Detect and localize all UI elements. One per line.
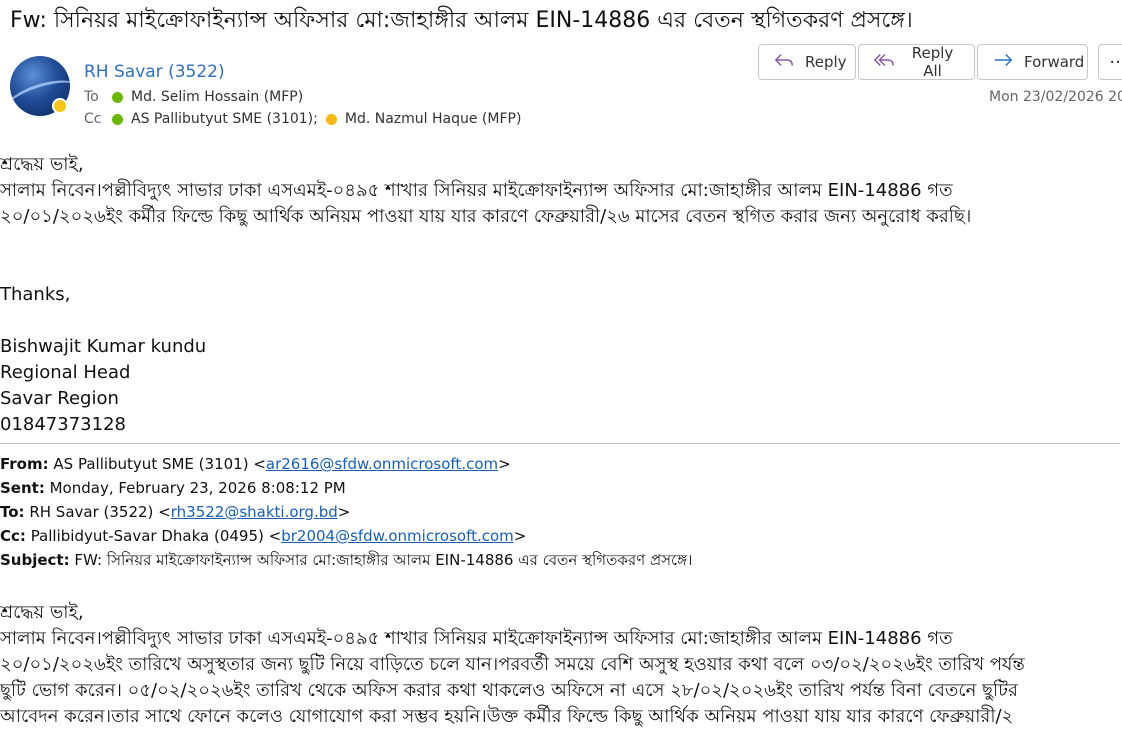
presence-icon xyxy=(112,91,123,103)
reply-all-icon xyxy=(873,49,895,75)
quoted-body: শ্রদ্ধেয় ভাই, সালাম নিবেন।পল্লীবিদ্যুৎ … xyxy=(0,600,1122,730)
signature-title: Regional Head xyxy=(0,362,131,383)
forward-button[interactable]: Forward xyxy=(977,44,1088,80)
sender-name[interactable]: RH Savar (3522) xyxy=(84,62,225,82)
reply-icon xyxy=(773,49,795,75)
forward-separator xyxy=(0,443,1120,444)
signature-name: Bishwajit Kumar kundu xyxy=(0,336,207,357)
cc-email-link[interactable]: br2004@sfdw.onmicrosoft.com xyxy=(281,527,514,545)
to-label: To xyxy=(84,89,99,105)
signature-region: Savar Region xyxy=(0,388,119,409)
greeting: শ্রদ্ধেয় ভাই, xyxy=(0,602,84,623)
body-line: সালাম নিবেন।পল্লীবিদ্যুৎ সাভার ঢাকা এসএম… xyxy=(0,628,953,649)
email-subject: Fw: সিনিয়র মাইক্রোফাইন্যান্স অফিসার মো:… xyxy=(10,8,913,33)
forward-label: Forward xyxy=(1024,53,1085,71)
received-date: Mon 23/02/2026 20: xyxy=(989,89,1122,105)
reply-all-button[interactable]: Reply All xyxy=(858,44,975,80)
body-line: আবেদন করেন।তার সাথে ফোনে কলেও যোগাযোগ কর… xyxy=(0,706,1014,727)
signature-phone: 01847373128 xyxy=(0,414,126,435)
presence-icon xyxy=(52,98,68,114)
reply-all-label: Reply All xyxy=(911,44,954,80)
forwarded-header: From: AS Pallibutyut SME (3101) <ar2616@… xyxy=(0,452,1122,572)
body-line: ২০/০১/২০২৬ইং তারিখে অসুস্থতার জন্য ছুটি … xyxy=(0,654,1025,675)
body-line: সালাম নিবেন।পল্লীবিদ্যুৎ সাভার ঢাকা এসএম… xyxy=(0,180,953,201)
recipient-name[interactable]: AS Pallibutyut SME (3101); xyxy=(131,111,318,127)
body-line: ২০/০১/২০২৬ইং কর্মীর ফিল্ডে কিছু আর্থিক অ… xyxy=(0,206,972,227)
from-email-link[interactable]: ar2616@sfdw.onmicrosoft.com xyxy=(266,455,498,473)
forwarded-from: From: AS Pallibutyut SME (3101) <ar2616@… xyxy=(0,455,511,473)
body-line: ছুটি ভোগ করেন। ০৫/০২/২০২৬ইং তারিখ থেকে অ… xyxy=(0,680,1018,701)
forwarded-subject: Subject: FW: সিনিয়র মাইক্রোফাইন্যান্স অ… xyxy=(0,551,693,569)
recipient-name[interactable]: Md. Nazmul Haque (MFP) xyxy=(345,111,522,127)
reply-button[interactable]: Reply xyxy=(758,44,856,80)
forwarded-cc: Cc: Pallibidyut-Savar Dhaka (0495) <br20… xyxy=(0,527,527,545)
presence-icon xyxy=(112,113,123,125)
message-body: শ্রদ্ধেয় ভাই, সালাম নিবেন।পল্লীবিদ্যুৎ … xyxy=(0,152,1122,438)
to-recipients: Md. Selim Hossain (MFP) xyxy=(112,89,303,105)
cc-label: Cc xyxy=(84,111,102,127)
forward-icon xyxy=(992,49,1014,75)
reply-label: Reply xyxy=(805,53,847,71)
message-toolbar: Reply Reply All Forward xyxy=(758,44,1088,80)
greeting: শ্রদ্ধেয় ভাই, xyxy=(0,154,84,175)
sign-off: Thanks, xyxy=(0,284,71,305)
recipient-name[interactable]: Md. Selim Hossain (MFP) xyxy=(131,89,303,105)
to-email-link[interactable]: rh3522@shakti.org.bd xyxy=(171,503,338,521)
forwarded-to: To: RH Savar (3522) <rh3522@shakti.org.b… xyxy=(0,503,351,521)
more-icon[interactable]: ··· xyxy=(1098,44,1122,80)
cc-recipients: AS Pallibutyut SME (3101); Md. Nazmul Ha… xyxy=(112,111,521,127)
presence-icon xyxy=(325,113,337,125)
forwarded-sent: Sent: Monday, February 23, 2026 8:08:12 … xyxy=(0,479,346,497)
